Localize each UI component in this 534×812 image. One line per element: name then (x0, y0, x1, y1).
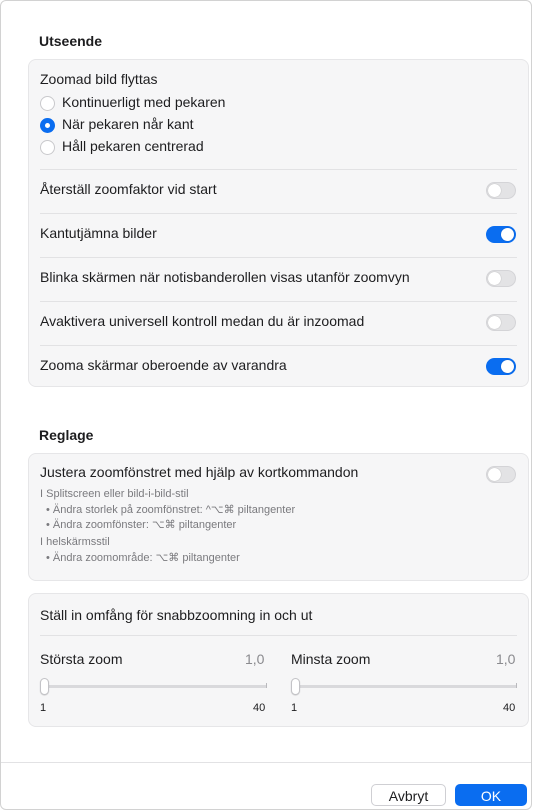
zoom-displays-independently-toggle[interactable] (486, 358, 516, 375)
ok-button[interactable]: OK (455, 784, 527, 806)
note-splitscreen-heading: I Splitscreen eller bild-i-bild-stil (40, 488, 189, 500)
toggle-knob (488, 316, 501, 329)
flash-screen-label: Blinka skärmen när notisbanderollen visa… (40, 269, 410, 285)
min-zoom-slider-thumb[interactable] (291, 678, 300, 695)
toggle-knob (488, 272, 501, 285)
max-zoom-value: 1,0 (245, 651, 265, 667)
zoom-displays-independently-label: Zooma skärmar oberoende av varandra (40, 357, 287, 373)
divider (40, 257, 517, 258)
max-zoom-max-label: 40 (253, 702, 266, 714)
toggle-knob (501, 360, 514, 373)
min-zoom-value: 1,0 (496, 651, 516, 667)
quick-zoom-title: Ställ in omfång för snabbzoomning in och… (40, 607, 313, 623)
radio-continuous[interactable] (40, 96, 55, 111)
max-zoom-slider-thumb[interactable] (40, 678, 49, 695)
disable-universal-control-toggle[interactable] (486, 314, 516, 331)
max-zoom-min-label: 1 (40, 702, 47, 714)
controls-title: Reglage (39, 427, 94, 443)
divider (40, 635, 517, 636)
radio-edge[interactable] (40, 118, 55, 133)
max-zoom-slider-track[interactable] (40, 685, 267, 688)
footer-divider (1, 762, 531, 763)
toggle-knob (488, 468, 501, 481)
appearance-title: Utseende (39, 33, 103, 49)
toggle-knob (501, 228, 514, 241)
shortcut-group: Justera zoomfönstret med hjälp av kortko… (28, 453, 529, 581)
divider (40, 169, 517, 170)
divider (40, 213, 517, 214)
note-change-window: • Ändra zoomfönster: ⌥⌘ piltangenter (46, 519, 237, 531)
note-change-area: • Ändra zoomområde: ⌥⌘ piltangenter (46, 552, 240, 564)
divider (40, 301, 517, 302)
flash-screen-toggle[interactable] (486, 270, 516, 287)
min-zoom-label: Minsta zoom (291, 651, 371, 667)
min-zoom-max-label: 40 (503, 702, 516, 714)
quick-zoom-group: Ställ in omfång för snabbzoomning in och… (28, 593, 529, 727)
divider (40, 345, 517, 346)
zoom-options-sheet: Utseende Zoomad bild flyttas Kontinuerli… (0, 0, 532, 810)
note-fullscreen-heading: I helskärmsstil (40, 536, 110, 548)
radio-centered[interactable] (40, 140, 55, 155)
max-zoom-label: Största zoom (40, 651, 123, 667)
note-resize-window: • Ändra storlek på zoomfönstret: ^⌥⌘ pil… (46, 504, 296, 516)
radio-continuous-label[interactable]: Kontinuerligt med pekaren (62, 94, 225, 110)
shortcut-toggle-label: Justera zoomfönstret med hjälp av kortko… (40, 464, 359, 480)
slider-tick (516, 683, 517, 688)
slider-tick (266, 683, 267, 688)
reset-zoom-toggle[interactable] (486, 182, 516, 199)
cancel-button[interactable]: Avbryt (371, 784, 446, 806)
smooth-images-toggle[interactable] (486, 226, 516, 243)
radio-centered-label[interactable]: Håll pekaren centrerad (62, 138, 204, 154)
min-zoom-min-label: 1 (291, 702, 298, 714)
zoomed-image-moves-label: Zoomad bild flyttas (40, 71, 158, 87)
disable-universal-control-label: Avaktivera universell kontroll medan du … (40, 313, 365, 329)
reset-zoom-label: Återställ zoomfaktor vid start (40, 181, 217, 197)
toggle-knob (488, 184, 501, 197)
smooth-images-label: Kantutjämna bilder (40, 225, 157, 241)
appearance-group: Zoomad bild flyttas Kontinuerligt med pe… (28, 59, 529, 387)
radio-edge-label[interactable]: När pekaren når kant (62, 116, 194, 132)
shortcut-toggle[interactable] (486, 466, 516, 483)
min-zoom-slider-track[interactable] (291, 685, 517, 688)
